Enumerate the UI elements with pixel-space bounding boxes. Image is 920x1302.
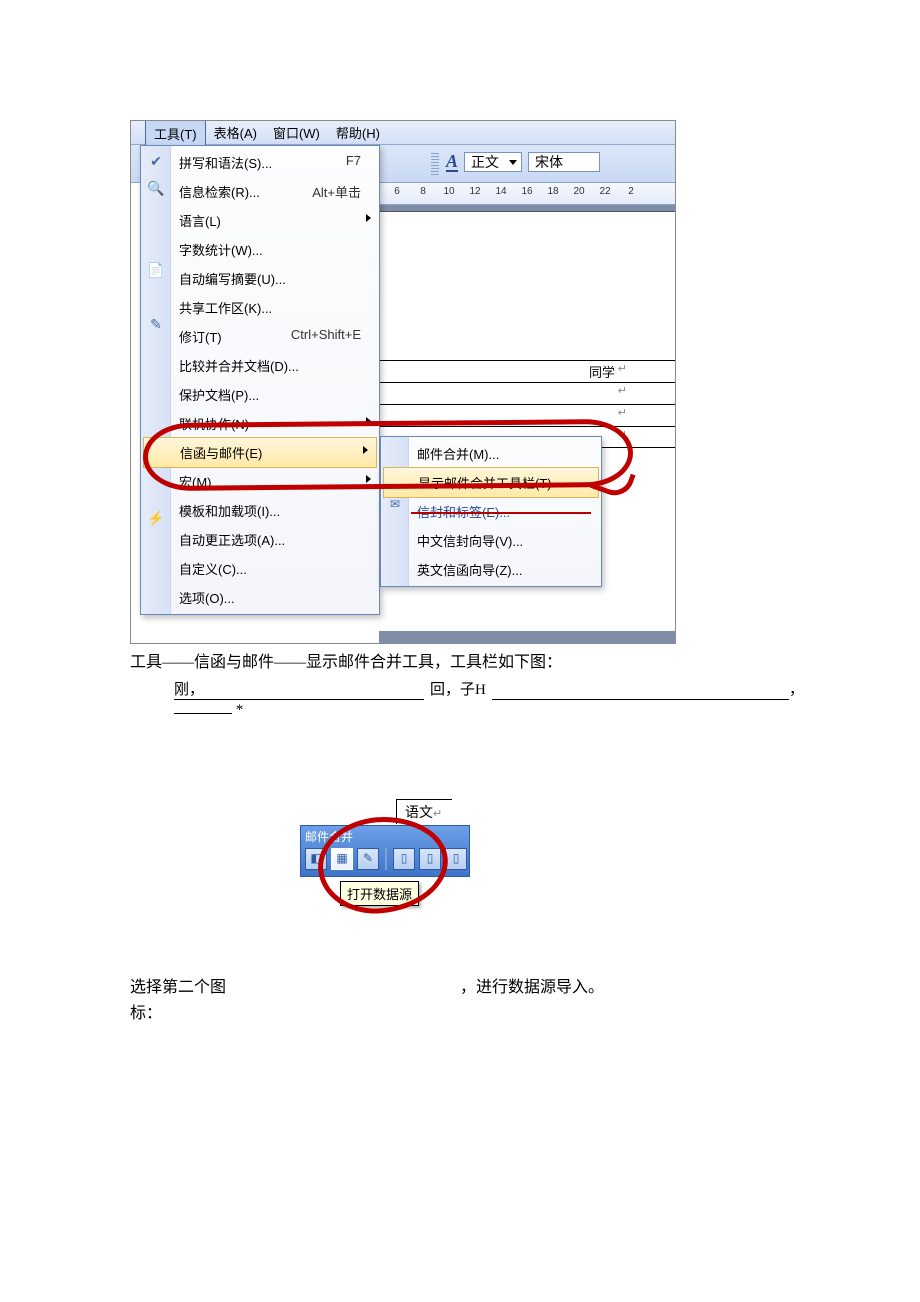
menu-shared-workspace[interactable]: 共享工作区(K)... (141, 293, 379, 322)
table-cell: 同学 (589, 362, 615, 381)
mail-merge-toolbar-title: 邮件合并 (305, 828, 353, 845)
menu-wordcount[interactable]: 字数统计(W)... (141, 235, 379, 264)
document-table: 同学↵ ↵ ↵ ↵ (379, 360, 675, 448)
menu-letters-mail[interactable]: 信函与邮件(E) (143, 437, 377, 468)
submenu-envelopes-labels[interactable]: 信封和标签(E)... (381, 497, 601, 526)
toolbar-separator-icon (385, 848, 387, 870)
style-selector-label: 正文 (471, 152, 499, 172)
menu-customize[interactable]: 自定义(C)... (141, 554, 379, 583)
mailmerge-btn-3[interactable]: ✎ (357, 848, 379, 870)
menu-options[interactable]: 选项(O)... (141, 583, 379, 612)
mail-merge-toolbar: 邮件合并 ◧ ▦ ✎ ▯ ▯ ▯ (300, 825, 470, 877)
submenu-show-mailmerge-toolbar[interactable]: 显示邮件合并工具栏(T) (383, 467, 599, 498)
menubar: 工具(T) 表格(A) 窗口(W) 帮助(H) (131, 121, 675, 145)
submenu-en-letter-wizard[interactable]: 英文信函向导(Z)... (381, 555, 601, 584)
menu-table[interactable]: 表格(A) (206, 120, 265, 145)
menu-spelling[interactable]: 拼写和语法(S)...F7 (141, 148, 379, 177)
menu-autocorrect[interactable]: 自动更正选项(A)... (141, 525, 379, 554)
menu-templates[interactable]: 模板和加载项(I)... (141, 496, 379, 525)
submenu-mail-merge[interactable]: 邮件合并(M)... (381, 439, 601, 468)
style-selector[interactable]: 正文 (464, 152, 522, 172)
menu-compare-merge[interactable]: 比较并合并文档(D)... (141, 351, 379, 380)
mailmerge-btn-4[interactable]: ▯ (393, 848, 415, 870)
ruler: 6 8 10 12 14 16 18 20 22 2 (379, 183, 675, 205)
menu-macro[interactable]: 宏(M) (141, 467, 379, 496)
mailmerge-btn-5[interactable]: ▯ (419, 848, 441, 870)
menu-language[interactable]: 语言(L) (141, 206, 379, 235)
bottom-paragraph: 选择第二个图 标： ，进行数据源导入。 (130, 975, 790, 1028)
mailmerge-btn-6[interactable]: ▯ (445, 848, 467, 870)
font-selector-label: 宋体 (535, 152, 563, 172)
menu-research[interactable]: 信息检索(R)...Alt+单击 (141, 177, 379, 206)
style-aa-icon: A (446, 152, 458, 172)
toolbar-grip-icon (431, 151, 439, 175)
submenu-arrow-icon (366, 475, 371, 483)
menu-protect-doc[interactable]: 保护文档(P)... (141, 380, 379, 409)
mailmerge-btn-1[interactable]: ◧ (305, 848, 327, 870)
menu-tools[interactable]: 工具(T) (145, 120, 206, 146)
submenu-cn-envelope-wizard[interactable]: 中文信封向导(V)... (381, 526, 601, 555)
menu-window[interactable]: 窗口(W) (265, 120, 328, 145)
caption-text-1: 工具——信函与邮件——显示邮件合并工具，工具栏如下图： (130, 650, 790, 676)
menu-autosummary[interactable]: 自动编写摘要(U)... (141, 264, 379, 293)
fill-blank-row-2: * (174, 702, 790, 719)
table-cell-header: 语文↵ (396, 799, 452, 824)
submenu-arrow-icon (363, 446, 368, 454)
menu-help[interactable]: 帮助(H) (328, 120, 388, 145)
font-selector[interactable]: 宋体 (528, 152, 600, 172)
tooltip-open-datasource: 打开数据源 (340, 881, 419, 906)
fill-blank-row: 刚， 回，子H ， (174, 678, 804, 700)
submenu-arrow-icon (366, 417, 371, 425)
word-tools-menu-screenshot: 工具(T) 表格(A) 窗口(W) 帮助(H) A 正文 宋体 6 (130, 120, 676, 644)
mailmerge-toolbar-screenshot: 语文↵ 邮件合并 ◧ ▦ ✎ ▯ ▯ ▯ 打开数据源 (300, 799, 470, 909)
tools-dropdown-menu: ✔ 🔍 📄 ✎ ⚡ 拼写和语法(S)...F7 信息检索(R)...Alt+单击… (140, 145, 380, 615)
menu-track-changes[interactable]: 修订(T)Ctrl+Shift+E (141, 322, 379, 351)
menu-online-collab[interactable]: 联机协作(N) (141, 409, 379, 438)
dropdown-triangle-icon (509, 160, 517, 165)
letters-mail-submenu: ✉ 邮件合并(M)... 显示邮件合并工具栏(T) 信封和标签(E)... 中文… (380, 436, 602, 587)
mailmerge-open-datasource-button[interactable]: ▦ (331, 848, 353, 870)
submenu-arrow-icon (366, 214, 371, 222)
